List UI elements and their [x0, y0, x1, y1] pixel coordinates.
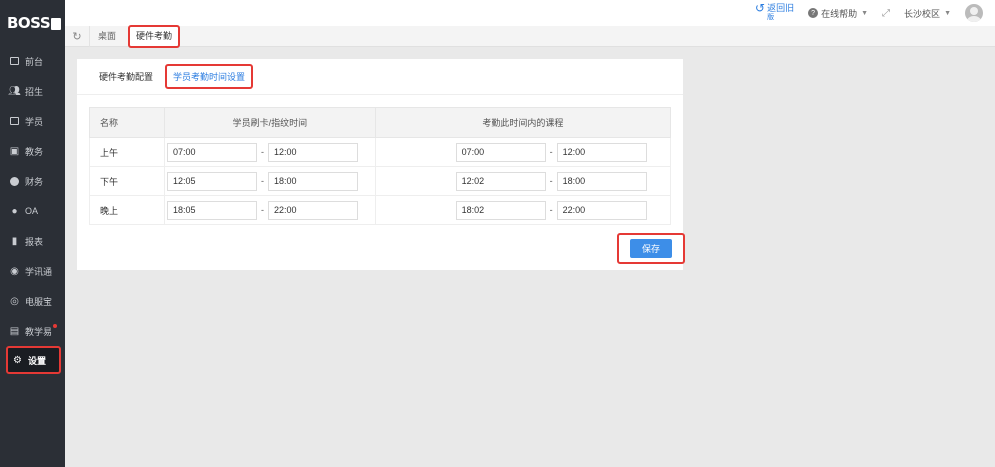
pin-icon: ◉ [10, 265, 19, 277]
table-row: 上午 07:00 - 12:00 07:00 - 12:00 [89, 137, 672, 167]
save-button-highlight: 保存 [617, 233, 685, 264]
chevron-down-icon: ▼ [861, 9, 869, 17]
card-time-range: 18:05 - 22:00 [164, 195, 376, 225]
back-to-old-version-link[interactable]: ↺ 返回旧 版 [755, 1, 795, 23]
sidebar-item-xuexuntong[interactable]: ◉ 学讯通 [0, 256, 65, 286]
tab-hardware-config[interactable]: 硬件考勤配置 [99, 70, 153, 83]
avatar[interactable] [965, 4, 983, 22]
column-header-name: 名称 [89, 107, 165, 138]
sidebar-item-front-desk[interactable]: 前台 [0, 46, 65, 76]
save-button[interactable]: 保存 [630, 239, 672, 258]
sidebar-item-settings[interactable]: ⚙ 设置 [6, 346, 61, 374]
tab-student-attendance-time[interactable]: 学员考勤时间设置 [165, 64, 254, 89]
sidebar-item-label: 报表 [25, 236, 44, 247]
row-name: 上午 [89, 137, 165, 167]
sidebar-item-label: 财务 [25, 176, 44, 187]
fullscreen-icon[interactable]: ⤢ [882, 8, 890, 19]
sub-tabs: 硬件考勤配置 学员考勤时间设置 [77, 59, 683, 95]
course-start-input[interactable]: 18:02 [455, 200, 546, 220]
chat-icon: ● [11, 205, 18, 217]
sidebar-item-reports[interactable]: ▮ 报表 [0, 226, 65, 256]
table-row: 下午 12:05 - 18:00 12:02 - 18:00 [89, 166, 672, 196]
sidebar-item-label: 电服宝 [25, 296, 53, 307]
sidebar-item-label: 学员 [25, 116, 44, 127]
attendance-time-table: 名称 学员刷卡/指纹时间 考勤此时间内的课程 上午 07:00 - 12:00 … [89, 107, 672, 225]
tab-bar: ↻ 桌面 硬件考勤 [65, 24, 995, 48]
card-start-input[interactable]: 18:05 [167, 200, 257, 220]
sidebar-item-oa[interactable]: ● OA [0, 196, 65, 226]
phone-icon: ◎ [10, 295, 19, 307]
content-card: 硬件考勤配置 学员考勤时间设置 名称 学员刷卡/指纹时间 考勤此时间内的课程 上… [77, 59, 685, 270]
course-end-input[interactable]: 22:00 [556, 200, 647, 220]
online-help-dropdown[interactable]: ? 在线帮助 ▼ [808, 7, 868, 20]
money-icon [9, 176, 20, 187]
course-start-input[interactable]: 12:02 [455, 171, 546, 191]
sidebar-item-label: 教学易 [25, 326, 53, 337]
course-time-range: 12:02 - 18:00 [374, 166, 672, 196]
back-label: 返回旧 [767, 3, 795, 13]
sidebar: BOSS 前台 👥︎ 招生 学员 ▣ 教务 财务 ● OA ▮ 报表 ◉ 学讯通… [0, 0, 65, 467]
campus-label: 长沙校区 [904, 8, 941, 19]
help-label: 在线帮助 [821, 8, 858, 19]
sidebar-item-label: 设置 [28, 355, 47, 366]
id-card-icon [9, 116, 20, 127]
gear-icon: ⚙ [13, 354, 22, 366]
top-bar: ↺ 返回旧 版 ? 在线帮助 ▼ ⤢ 长沙校区 ▼ [65, 0, 995, 26]
sidebar-item-label: 招生 [25, 86, 44, 97]
logo[interactable]: BOSS [0, 0, 65, 46]
sidebar-item-academic[interactable]: ▣ 教务 [0, 136, 65, 166]
sidebar-item-label: OA [25, 206, 39, 216]
notification-dot [53, 324, 58, 328]
row-name: 下午 [89, 166, 165, 196]
course-end-input[interactable]: 12:00 [556, 142, 647, 162]
course-end-input[interactable]: 18:00 [556, 171, 647, 191]
sidebar-item-enrollment[interactable]: 👥︎ 招生 [0, 76, 65, 106]
column-header-course-time: 考勤此时间内的课程 [374, 107, 672, 138]
back-sub-label: 版 [767, 14, 775, 21]
sidebar-item-label: 前台 [25, 56, 44, 67]
sidebar-item-dianfubao[interactable]: ◎ 电服宝 [0, 286, 65, 316]
logo-mark [51, 18, 62, 30]
sidebar-item-finance[interactable]: 财务 [0, 166, 65, 196]
users-icon: 👥︎ [8, 85, 21, 97]
card-end-input[interactable]: 18:00 [268, 171, 358, 191]
refresh-icon[interactable]: ↻ [65, 30, 89, 43]
course-time-range: 07:00 - 12:00 [374, 137, 672, 167]
table-header-row: 名称 学员刷卡/指纹时间 考勤此时间内的课程 [89, 107, 672, 138]
table-row: 晚上 18:05 - 22:00 18:02 - 22:00 [89, 195, 672, 225]
card-end-input[interactable]: 12:00 [268, 142, 358, 162]
tab-hardware-attendance[interactable]: 硬件考勤 [128, 24, 181, 48]
board-icon: ▣ [9, 145, 20, 157]
column-header-card-time: 学员刷卡/指纹时间 [164, 107, 376, 138]
sidebar-item-label: 学讯通 [25, 266, 53, 277]
card-start-input[interactable]: 12:05 [167, 171, 257, 191]
course-start-input[interactable]: 07:00 [455, 142, 546, 162]
course-time-range: 18:02 - 22:00 [374, 195, 672, 225]
row-name: 晚上 [89, 195, 165, 225]
card-end-input[interactable]: 22:00 [268, 200, 358, 220]
bar-chart-icon: ▮ [11, 235, 18, 247]
sidebar-item-students[interactable]: 学员 [0, 106, 65, 136]
sidebar-item-jiaoxueyi[interactable]: ▤ 教学易 [0, 316, 65, 346]
return-icon: ↺ [755, 1, 766, 15]
campus-dropdown[interactable]: 长沙校区 ▼ [904, 7, 951, 20]
card-time-range: 07:00 - 12:00 [164, 137, 376, 167]
monitor-icon [9, 56, 20, 67]
chevron-down-icon: ▼ [944, 9, 951, 17]
book-icon: ▤ [9, 325, 20, 337]
card-time-range: 12:05 - 18:00 [164, 166, 376, 196]
help-icon: ? [808, 8, 819, 18]
logo-text: BOSS [7, 14, 51, 32]
sidebar-item-label: 教务 [25, 146, 44, 157]
card-start-input[interactable]: 07:00 [167, 142, 257, 162]
tab-desktop[interactable]: 桌面 [89, 25, 124, 47]
